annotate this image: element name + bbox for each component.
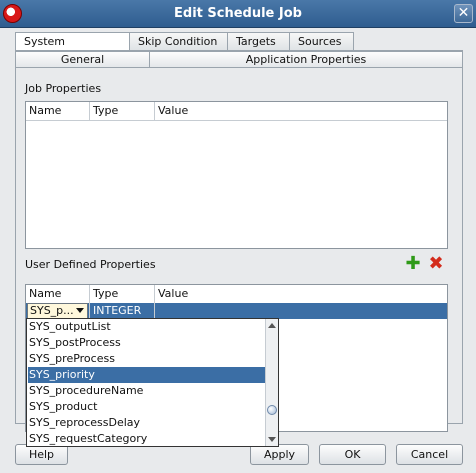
tab-strip: System Properties Skip Condition Targets… <box>15 32 354 65</box>
ok-button[interactable]: OK <box>319 444 386 465</box>
combobox-value: SYS_p... <box>30 304 74 317</box>
dropdown-option[interactable]: SYS_product <box>28 399 266 415</box>
dropdown-option[interactable]: SYS_postProcess <box>28 335 266 351</box>
value-cell[interactable] <box>155 303 447 319</box>
window-title: Edit Schedule Job <box>174 6 302 21</box>
subtab-application-properties[interactable]: Application Properties <box>149 51 463 68</box>
title-bar: Edit Schedule Job ✕ <box>0 0 476 28</box>
chevron-up-icon <box>268 323 276 328</box>
column-header-name[interactable]: Name <box>26 285 90 303</box>
table-header: Name Type Value <box>26 285 447 304</box>
scroll-thumb[interactable] <box>267 405 277 415</box>
dropdown-option[interactable]: SYS_procedureName <box>28 383 266 399</box>
table-row[interactable]: SYS_p... INTEGER <box>26 303 447 319</box>
tab-system-properties[interactable]: System Properties <box>15 32 130 65</box>
subtab-general[interactable]: General <box>15 51 150 68</box>
chevron-down-icon <box>268 437 276 442</box>
name-cell[interactable]: SYS_p... <box>26 303 90 319</box>
help-button[interactable]: Help <box>15 444 68 465</box>
job-properties-table[interactable]: Name Type Value <box>25 101 448 249</box>
table-header: Name Type Value <box>26 102 447 121</box>
dropdown-option[interactable]: SYS_outputList <box>28 319 266 335</box>
job-properties-label: Job Properties <box>25 82 102 95</box>
column-header-type[interactable]: Type <box>90 102 155 120</box>
dropdown-scrollbar[interactable] <box>265 319 278 446</box>
name-dropdown-list[interactable]: SYS_outputList SYS_postProcess SYS_prePr… <box>26 318 279 447</box>
column-header-value[interactable]: Value <box>155 285 447 303</box>
subtab-strip: General Application Properties <box>15 51 463 68</box>
tab-sources[interactable]: Sources <box>289 32 354 50</box>
tab-skip-condition[interactable]: Skip Condition <box>129 32 228 50</box>
dropdown-option[interactable]: SYS_preProcess <box>28 351 266 367</box>
column-header-type[interactable]: Type <box>90 285 155 303</box>
cancel-button[interactable]: Cancel <box>396 444 463 465</box>
column-header-value[interactable]: Value <box>155 102 447 120</box>
delete-icon[interactable]: ✖ <box>428 255 444 273</box>
user-defined-properties-label: User Defined Properties <box>25 258 156 271</box>
dropdown-option[interactable]: SYS_reprocessDelay <box>28 415 266 431</box>
dropdown-option-selected[interactable]: SYS_priority <box>28 367 266 383</box>
plus-icon[interactable]: ✚ <box>405 255 421 273</box>
tab-targets[interactable]: Targets <box>227 32 290 50</box>
column-header-name[interactable]: Name <box>26 102 90 120</box>
type-cell[interactable]: INTEGER <box>90 303 155 319</box>
close-icon[interactable]: ✕ <box>454 4 473 23</box>
chevron-down-icon[interactable] <box>76 308 84 313</box>
apply-button[interactable]: Apply <box>250 444 309 465</box>
scroll-down-button[interactable] <box>267 434 277 445</box>
name-combobox[interactable]: SYS_p... <box>27 303 88 319</box>
scroll-up-button[interactable] <box>267 320 277 331</box>
dropdown-option[interactable]: SYS_requestCategory <box>28 431 266 446</box>
